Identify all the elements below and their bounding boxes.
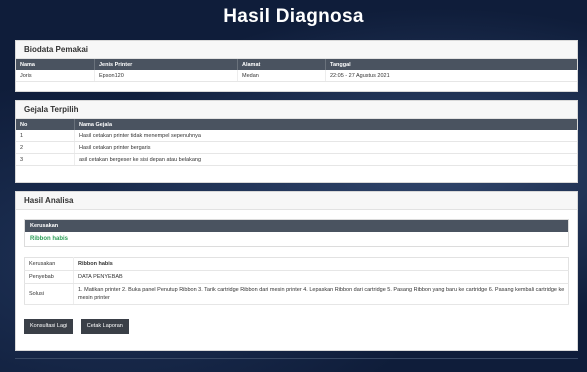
col-nama-gejala: Nama Gejala [74,119,577,130]
footer-divider [15,358,578,359]
table-row: Solusi 1. Matikan printer 2. Buka panel … [24,283,569,305]
detail-kerusakan-label: Kerusakan [24,257,74,271]
detail-penyebab-value: DATA PENYEBAB [73,270,569,284]
detail-solusi-label: Solusi [24,283,74,305]
table-row: 1 Hasil cetakan printer tidak menempel s… [16,130,577,142]
cell-gejala: asil cetakan bergeser ke sisi depan atau… [74,153,577,166]
cell-alamat: Medan [237,70,326,82]
biodata-card: Biodata Pemakai Nama Jenis Printer Alama… [15,40,578,92]
detail-kerusakan-value: Ribbon habis [73,257,569,271]
detail-penyebab-label: Penyebab [24,270,74,284]
analisa-card: Hasil Analisa Kerusakan Ribbon habis Ker… [15,191,578,351]
cetak-laporan-button[interactable]: Cetak Laporan [80,319,129,334]
table-row: 3 asil cetakan bergeser ke sisi depan at… [16,153,577,166]
gejala-table: No Nama Gejala 1 Hasil cetakan printer t… [16,119,577,166]
col-nama: Nama [16,59,95,70]
table-row: Joris Epson120 Medan 22:05 - 27 Agustus … [16,70,577,82]
table-row: 2 Hasil cetakan printer bergaris [16,141,577,154]
page-title: Hasil Diagnosa [223,6,364,27]
kerusakan-header: Kerusakan [25,220,568,232]
kerusakan-value: Ribbon habis [30,236,68,242]
cell-gejala: Hasil cetakan printer tidak menempel sep… [74,130,577,142]
gejala-card: Gejala Terpilih No Nama Gejala 1 Hasil c… [15,100,578,183]
biodata-table: Nama Jenis Printer Alamat Tanggal Joris … [16,59,577,82]
cell-no: 3 [16,153,75,166]
col-jenis-printer: Jenis Printer [94,59,238,70]
cell-no: 1 [16,130,75,142]
gejala-heading: Gejala Terpilih [16,101,577,119]
cell-nama: Joris [16,70,95,82]
table-row: Penyebab DATA PENYEBAB [24,270,569,284]
konsultasi-lagi-button[interactable]: Konsultasi Lagi [24,319,74,334]
table-row: Kerusakan Ribbon habis [24,257,569,271]
detail-solusi-value: 1. Matikan printer 2. Buka panel Penutup… [73,283,569,305]
cell-no: 2 [16,141,75,154]
analisa-heading: Hasil Analisa [16,192,577,210]
analisa-detail-table: Kerusakan Ribbon habis Penyebab DATA PEN… [24,257,569,305]
kerusakan-box: Kerusakan Ribbon habis [24,219,569,247]
col-no: No [16,119,75,130]
cell-gejala: Hasil cetakan printer bergaris [74,141,577,154]
cell-tanggal: 22:05 - 27 Agustus 2021 [325,70,577,82]
col-tanggal: Tanggal [325,59,577,70]
cell-jenis-printer: Epson120 [94,70,238,82]
biodata-heading: Biodata Pemakai [16,41,577,59]
col-alamat: Alamat [237,59,326,70]
